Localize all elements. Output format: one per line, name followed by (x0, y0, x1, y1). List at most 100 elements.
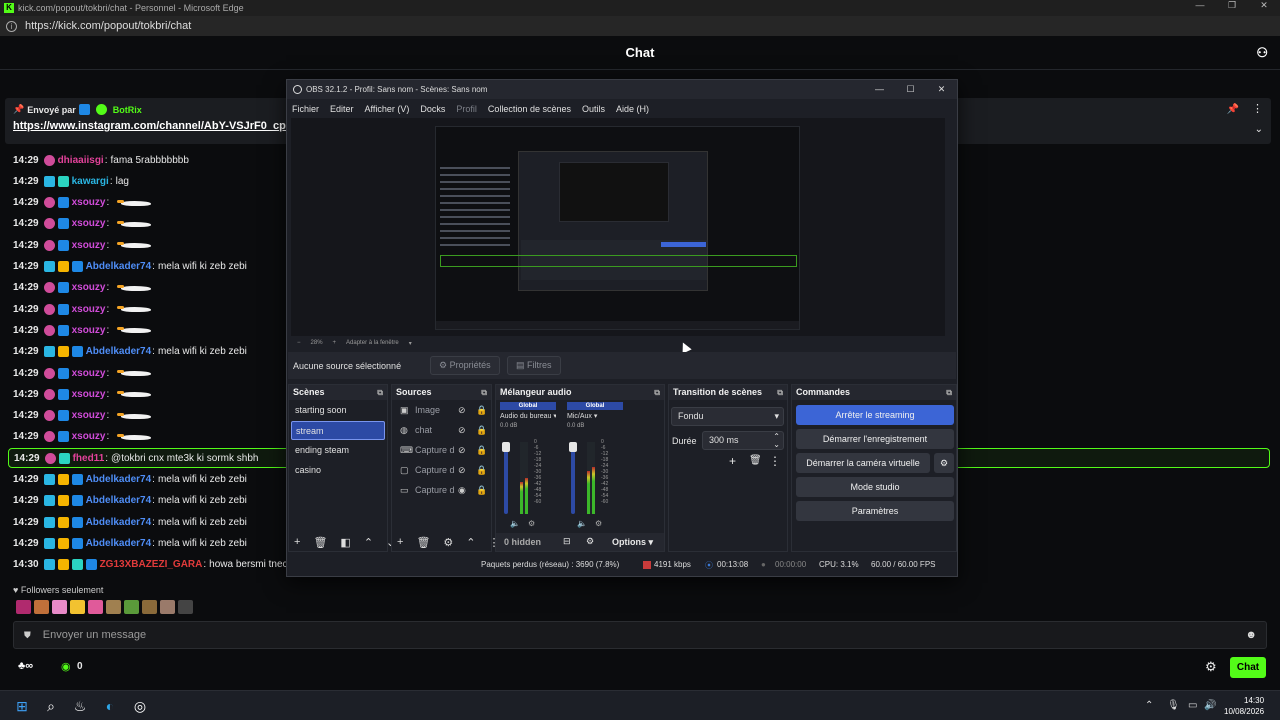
transition-select[interactable]: Fondu ▾ (671, 407, 784, 426)
kick-badge-icon[interactable] (57, 410, 69, 422)
speaker-icon[interactable]: 🔈 (577, 519, 587, 528)
kick-badge-icon[interactable] (57, 282, 69, 294)
chat-message[interactable]: 14:29 xsouzy: (13, 214, 153, 234)
filter-icon[interactable]: ◧ (340, 536, 350, 549)
vip-badge-icon[interactable] (57, 474, 69, 485)
dock-float-icon[interactable]: ⧉ (377, 385, 383, 400)
lock-icon[interactable]: 🔒 (476, 485, 487, 496)
kick-badge-icon[interactable] (57, 388, 69, 400)
gear-icon[interactable]: ⚙ (1205, 659, 1217, 675)
chat-message[interactable]: 14:29 dhiaaiisgi: fama 5rabbbbbbb (13, 150, 189, 170)
menu-profil[interactable]: Profil (456, 104, 477, 114)
kick-badge-icon[interactable] (71, 261, 83, 272)
source-item[interactable]: ◍ chat ⊘ 🔒 (392, 420, 491, 440)
emote-item[interactable] (124, 600, 139, 614)
goose-emote-icon[interactable] (117, 240, 153, 250)
volume-icon[interactable]: 🔊 (1204, 700, 1216, 711)
trash-icon[interactable]: 🗑 (313, 536, 327, 549)
message-username[interactable]: xsouzy (72, 240, 106, 251)
menu-editer[interactable]: Editer (330, 104, 354, 114)
menu-docks[interactable]: Docks (420, 104, 445, 114)
source-item[interactable]: ▢ Capture d ⊘ 🔒 (392, 460, 491, 480)
chat-message[interactable]: 14:29 xsouzy: (13, 299, 153, 319)
vip-badge-icon[interactable] (57, 495, 69, 507)
message-username[interactable]: xsouzy (72, 389, 106, 400)
more-options-icon[interactable]: ⋮ (769, 454, 781, 468)
message-username[interactable]: xsouzy (72, 431, 106, 442)
studio-mode-button[interactable]: Mode studio (796, 477, 954, 497)
chat-message[interactable]: 14:29 xsouzy: (13, 406, 153, 426)
chat-message[interactable]: 14:29 xsouzy: (13, 235, 153, 255)
virtual-camera-settings-icon[interactable]: ⚙ (934, 453, 954, 473)
kick-badge-icon[interactable] (57, 303, 69, 315)
settings-button[interactable]: Paramètres (796, 501, 954, 521)
lock-icon[interactable]: 🔒 (476, 445, 487, 456)
goose-emote-icon[interactable] (117, 432, 153, 442)
maximize-icon[interactable]: ❐ (1216, 0, 1248, 11)
kick-badge-icon[interactable] (71, 474, 83, 485)
menu-aide[interactable]: Aide (H) (616, 104, 649, 114)
sub2-badge-icon[interactable] (43, 495, 55, 507)
chat-message[interactable]: 14:30 ZG13XBAZEZI_GARA: howa bersmi tnechr (13, 555, 296, 575)
add-icon[interactable]: + (294, 536, 300, 548)
message-username[interactable]: xsouzy (72, 368, 106, 379)
emote-item[interactable] (142, 600, 157, 614)
goose-emote-icon[interactable] (117, 198, 153, 208)
chat-message[interactable]: 14:29 xsouzy: (13, 320, 153, 340)
scene-item[interactable]: starting soon (291, 401, 385, 420)
lock-icon[interactable]: 🔒 (476, 425, 487, 436)
sub-badge-icon[interactable] (43, 431, 55, 443)
eye-hidden-icon[interactable]: ⊘ (458, 425, 466, 436)
dock-float-icon[interactable]: ⧉ (777, 385, 783, 400)
channel-name[interactable]: Audio du bureau ▾ (500, 412, 556, 420)
zoom-out-icon[interactable]: − (297, 340, 301, 346)
emote-item[interactable] (70, 600, 85, 614)
url-text[interactable]: https://kick.com/popout/tokbri/chat (25, 20, 191, 32)
sub-badge-icon[interactable] (43, 303, 55, 315)
sub-badge-icon[interactable] (43, 410, 55, 422)
goose-emote-icon[interactable] (117, 389, 153, 399)
sub-badge-icon[interactable] (43, 154, 55, 166)
goose-emote-icon[interactable] (117, 304, 153, 314)
kick-badge-icon[interactable] (57, 239, 69, 251)
obs-minimize-icon[interactable]: — (864, 80, 895, 99)
emoji-icon[interactable]: ☻ (1245, 629, 1257, 641)
message-username[interactable]: fhed11 (73, 453, 105, 464)
chat-message[interactable]: 14:29 Abdelkader74: mela wifi ki zeb zebi (13, 342, 247, 362)
kick-badge-icon[interactable] (71, 346, 83, 358)
system-clock[interactable]: 14:30 10/08/2026 (1224, 695, 1264, 717)
sub2-badge-icon[interactable] (43, 175, 55, 187)
kick-badge-icon[interactable] (57, 197, 69, 209)
trash-icon[interactable]: 🗑 (749, 455, 762, 466)
goose-emote-icon[interactable] (117, 219, 153, 229)
goose-emote-icon[interactable] (117, 411, 153, 421)
message-username[interactable]: xsouzy (72, 410, 106, 421)
menu-outils[interactable]: Outils (582, 104, 605, 114)
og-badge-icon[interactable] (57, 175, 69, 187)
vip-badge-icon[interactable] (57, 346, 69, 358)
message-username[interactable]: kawargi (72, 176, 109, 187)
chat-message[interactable]: 14:29 Abdelkader74: mela wifi ki zeb zebi (13, 470, 247, 490)
sub2-badge-icon[interactable] (43, 516, 55, 528)
emote-item[interactable] (178, 600, 193, 614)
add-icon[interactable]: + (397, 536, 403, 548)
sub-badge-icon[interactable] (43, 218, 55, 230)
kick-badge-icon[interactable] (71, 516, 83, 528)
chat-message[interactable]: 14:29 xsouzy: (13, 278, 153, 298)
chat-message[interactable]: 14:29 kawargi: lag (13, 171, 129, 191)
menu-collection[interactable]: Collection de scènes (488, 104, 571, 114)
menu-afficher[interactable]: Afficher (V) (365, 104, 410, 114)
vip-badge-icon[interactable] (57, 261, 69, 272)
start-virtual-camera-button[interactable]: Démarrer la caméra virtuelle (796, 453, 930, 473)
message-username[interactable]: Abdelkader74 (86, 495, 152, 506)
eye-hidden-icon[interactable]: ⊘ (458, 405, 466, 416)
input-placeholder[interactable]: Envoyer un message (43, 629, 146, 641)
add-icon[interactable]: + (729, 454, 736, 468)
lock-icon[interactable]: 🔒 (476, 465, 487, 476)
chevron-up-icon[interactable]: ⌃ (466, 536, 475, 549)
chevron-up-icon[interactable]: ⌃ (364, 536, 373, 549)
message-username[interactable]: xsouzy (72, 197, 106, 208)
sub2-badge-icon[interactable] (43, 559, 55, 571)
eye-hidden-icon[interactable]: ⊘ (458, 465, 466, 476)
mod-tools-icon[interactable]: ♣∞ (18, 660, 33, 672)
